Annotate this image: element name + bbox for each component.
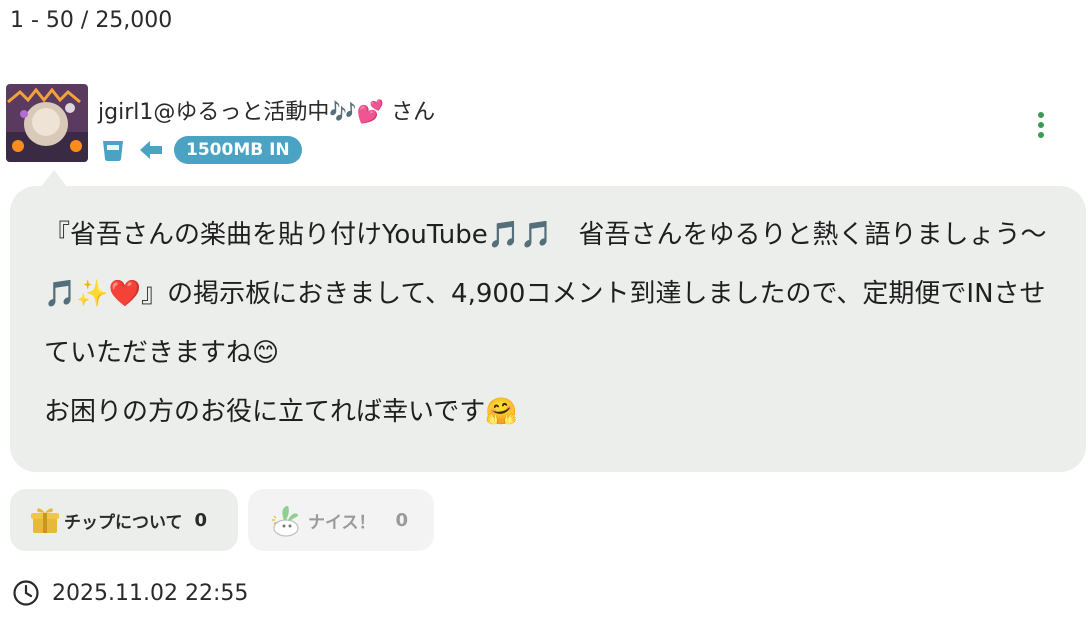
message-paragraph: 『省吾さんの楽曲を貼り付けYouTube🎵🎵 省吾さんをゆるりと熱く語りましょう… xyxy=(44,220,1047,368)
nice-count: 0 xyxy=(395,509,409,531)
nice-mascot-icon xyxy=(268,502,304,538)
post-timestamp: 2025.11.02 22:55 xyxy=(12,578,248,608)
message-text: 『省吾さんの楽曲を貼り付けYouTube🎵🎵 省吾さんをゆるりと熱く語りましょう… xyxy=(44,206,1064,442)
username[interactable]: jgirl1@ゆるっと活動中🎶💕 さん xyxy=(98,94,435,126)
message-bubble: 『省吾さんの楽曲を貼り付けYouTube🎵🎵 省吾さんをゆるりと熱く語りましょう… xyxy=(10,186,1086,472)
tip-button[interactable]: チップについて 0 xyxy=(10,489,238,551)
user-meta-row: 1500MB IN xyxy=(100,136,302,164)
more-vertical-icon[interactable] xyxy=(1032,112,1050,142)
cup-icon xyxy=(100,138,126,162)
post-header: jgirl1@ゆるっと活動中🎶💕 さん 1500MB IN xyxy=(6,84,1086,164)
pagination-count: 1 - 50 / 25,000 xyxy=(10,8,173,33)
tip-button-label: チップについて xyxy=(64,512,183,533)
avatar[interactable] xyxy=(6,84,88,162)
tip-count: 0 xyxy=(194,509,208,531)
status-badge: 1500MB IN xyxy=(174,136,302,164)
gift-icon xyxy=(30,505,60,535)
message-paragraph: お困りの方のお役に立てれば幸いです🤗 xyxy=(44,397,518,427)
timestamp-text: 2025.11.02 22:55 xyxy=(52,580,249,606)
arrow-left-icon xyxy=(138,139,164,161)
nice-button-label: ナイス！ xyxy=(308,512,376,533)
clock-icon xyxy=(12,579,40,607)
nice-button[interactable]: ナイス！ 0 xyxy=(248,489,434,551)
